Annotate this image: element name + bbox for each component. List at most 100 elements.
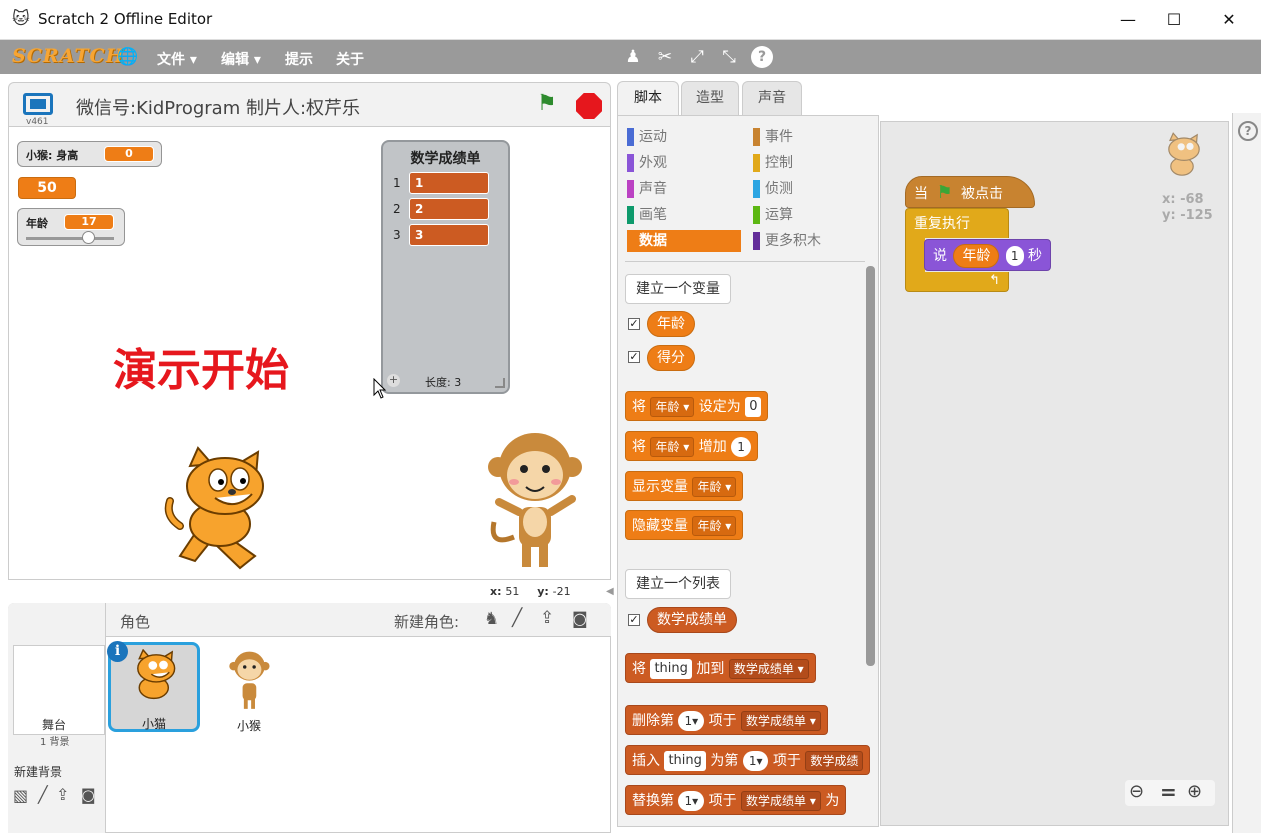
category-数据[interactable]: 数据 bbox=[627, 230, 741, 252]
block-show-var[interactable]: 显示变量 年龄 ▾ bbox=[625, 471, 744, 501]
list-item[interactable]: 3 bbox=[409, 224, 489, 246]
menu-about[interactable]: 关于 bbox=[336, 49, 364, 69]
list-item[interactable]: 2 bbox=[409, 198, 489, 220]
monkey-sprite[interactable] bbox=[484, 427, 584, 572]
backdrop-camera-icon[interactable]: ◙ bbox=[81, 786, 96, 804]
category-外观[interactable]: 外观 bbox=[627, 152, 741, 174]
category-运动[interactable]: 运动 bbox=[627, 126, 741, 148]
index-slot[interactable]: 1▾ bbox=[678, 711, 705, 731]
var-dropdown[interactable]: 年龄 ▾ bbox=[650, 397, 695, 417]
close-button[interactable]: ✕ bbox=[1206, 0, 1252, 40]
stop-icon[interactable] bbox=[576, 93, 602, 119]
project-title[interactable]: 微信号:KidProgram 制片人:权芹乐 bbox=[76, 94, 360, 120]
block-set-var[interactable]: 将 年龄 ▾ 设定为 0 bbox=[625, 391, 769, 421]
green-flag-icon[interactable]: ⚑ bbox=[537, 91, 557, 116]
sprite-thumb-monkey[interactable]: 小猴 bbox=[203, 645, 295, 735]
block-change-var[interactable]: 将 年龄 ▾ 增加 1 bbox=[625, 431, 758, 461]
seconds-slot[interactable]: 1 bbox=[1005, 246, 1024, 266]
script-when-flag-clicked[interactable]: 当 ⚑ 被点击 bbox=[905, 176, 1035, 208]
backdrop-upload-icon[interactable]: ⇪ bbox=[56, 785, 69, 804]
list-item[interactable]: 1 bbox=[409, 172, 489, 194]
monitor-monkey-height[interactable]: 小猴: 身高 0 bbox=[17, 141, 162, 167]
value-slot[interactable]: 1 bbox=[731, 437, 751, 457]
menu-edit[interactable]: 编辑 ▾ bbox=[221, 49, 261, 69]
index-slot[interactable]: 1▾ bbox=[678, 791, 705, 811]
tab-scripts[interactable]: 脚本 bbox=[617, 81, 679, 117]
category-侦测[interactable]: 侦测 bbox=[753, 178, 867, 200]
category-事件[interactable]: 事件 bbox=[753, 126, 867, 148]
category-画笔[interactable]: 画笔 bbox=[627, 204, 741, 226]
scissors-delete-icon[interactable]: ✂ bbox=[654, 46, 676, 68]
cat-sprite[interactable] bbox=[160, 446, 285, 574]
list-add-button[interactable]: + bbox=[387, 374, 400, 387]
sprite-library-icon[interactable]: ♞ bbox=[484, 609, 499, 629]
var-dropdown[interactable]: 年龄 ▾ bbox=[692, 516, 737, 536]
list-dropdown[interactable]: 数学成绩 bbox=[805, 751, 864, 771]
category-更多积木[interactable]: 更多积木 bbox=[753, 230, 867, 252]
new-backdrop-label: 新建背景 bbox=[14, 765, 63, 779]
category-控制[interactable]: 控制 bbox=[753, 152, 867, 174]
list-dropdown[interactable]: 数学成绩单 ▾ bbox=[728, 659, 809, 679]
block-hide-var[interactable]: 隐藏变量 年龄 ▾ bbox=[625, 510, 744, 540]
resize-handle-icon[interactable] bbox=[495, 378, 505, 388]
menu-file[interactable]: 文件 ▾ bbox=[157, 49, 197, 69]
var-checkbox[interactable]: ✓ bbox=[628, 351, 640, 363]
monitor-age-slider[interactable]: 年龄 17 bbox=[17, 208, 125, 246]
list-reporter[interactable]: 数学成绩单 bbox=[647, 607, 737, 633]
block-replace-item[interactable]: 替换第 1▾ 项于 数学成绩单 ▾ 为 bbox=[625, 785, 847, 815]
var-reporter-score[interactable]: 得分 bbox=[647, 345, 695, 371]
backdrop-paint-icon[interactable]: ╱ bbox=[38, 785, 48, 804]
list-dropdown[interactable]: 数学成绩单 ▾ bbox=[741, 711, 821, 731]
upload-icon[interactable]: ⇪ bbox=[540, 608, 554, 628]
category-声音[interactable]: 声音 bbox=[627, 178, 741, 200]
script-forever[interactable]: 重复执行 bbox=[905, 208, 1009, 238]
globe-icon[interactable]: 🌐 bbox=[117, 46, 139, 68]
window-titlebar: 🐱 Scratch 2 Offline Editor — ☐ ✕ bbox=[0, 0, 1261, 40]
zoom-out-icon[interactable]: ⊖ bbox=[1129, 781, 1144, 802]
x-label: x: bbox=[490, 585, 502, 598]
help-icon[interactable]: ? bbox=[1238, 121, 1258, 141]
var-dropdown[interactable]: 年龄 ▾ bbox=[650, 437, 695, 457]
text-slot[interactable]: thing bbox=[650, 659, 692, 679]
var-reporter-age[interactable]: 年龄 bbox=[647, 311, 695, 337]
minimize-button[interactable]: — bbox=[1105, 0, 1151, 40]
stamp-duplicate-icon[interactable]: ♟ bbox=[622, 46, 644, 68]
zoom-in-icon[interactable]: ⊕ bbox=[1187, 781, 1202, 802]
index-slot[interactable]: 1▾ bbox=[742, 751, 769, 771]
value-slot[interactable]: 0 bbox=[745, 397, 762, 417]
var-reporter-age[interactable]: 年龄 bbox=[953, 244, 1000, 268]
zoom-reset-icon[interactable]: = bbox=[1160, 780, 1177, 804]
camera-icon[interactable]: ◙ bbox=[572, 609, 588, 628]
grow-icon[interactable]: ⤢ bbox=[686, 46, 708, 68]
list-dropdown[interactable]: 数学成绩单 ▾ bbox=[741, 791, 821, 811]
block-add-to-list[interactable]: 将 thing 加到 数学成绩单 ▾ bbox=[625, 653, 816, 683]
make-list-button[interactable]: 建立一个列表 bbox=[625, 569, 731, 599]
block-delete-of-list[interactable]: 删除第 1▾ 项于 数学成绩单 ▾ bbox=[625, 705, 828, 735]
palette-scrollbar[interactable] bbox=[866, 266, 875, 666]
collapse-arrow-icon[interactable]: ◀ bbox=[606, 586, 614, 597]
slider-track[interactable] bbox=[26, 237, 114, 240]
make-variable-button[interactable]: 建立一个变量 bbox=[625, 274, 731, 304]
block-insert-in-list[interactable]: 插入 thing 为第 1▾ 项于 数学成绩 bbox=[625, 745, 871, 775]
category-运算[interactable]: 运算 bbox=[753, 204, 867, 226]
list-checkbox[interactable]: ✓ bbox=[628, 614, 640, 626]
shrink-icon[interactable]: ⤡ bbox=[718, 46, 740, 68]
text-slot[interactable]: thing bbox=[664, 751, 706, 771]
script-say-for-secs[interactable]: 说 年龄 1 秒 bbox=[924, 239, 1051, 271]
fullscreen-icon[interactable] bbox=[23, 93, 53, 115]
var-checkbox[interactable]: ✓ bbox=[628, 318, 640, 330]
slider-knob[interactable] bbox=[81, 231, 95, 244]
monitor-large-value[interactable]: 50 bbox=[18, 177, 76, 199]
list-monitor-math-scores[interactable]: 数学成绩单 1 1 2 2 3 3 + 长度: 3 bbox=[381, 140, 510, 394]
sprite-info-icon[interactable]: i bbox=[107, 641, 128, 662]
backdrop-library-icon[interactable]: ▧ bbox=[13, 786, 28, 805]
tab-sounds[interactable]: 声音 bbox=[742, 81, 802, 115]
tab-costumes[interactable]: 造型 bbox=[681, 81, 739, 115]
help-icon[interactable]: ? bbox=[751, 46, 773, 68]
menu-tips[interactable]: 提示 bbox=[285, 49, 313, 69]
scratch-logo[interactable]: SCRATCH bbox=[12, 45, 125, 67]
var-dropdown[interactable]: 年龄 ▾ bbox=[692, 477, 737, 497]
maximize-button[interactable]: ☐ bbox=[1151, 0, 1197, 40]
divider bbox=[625, 261, 865, 262]
paint-brush-icon[interactable]: ╱ bbox=[512, 608, 522, 628]
